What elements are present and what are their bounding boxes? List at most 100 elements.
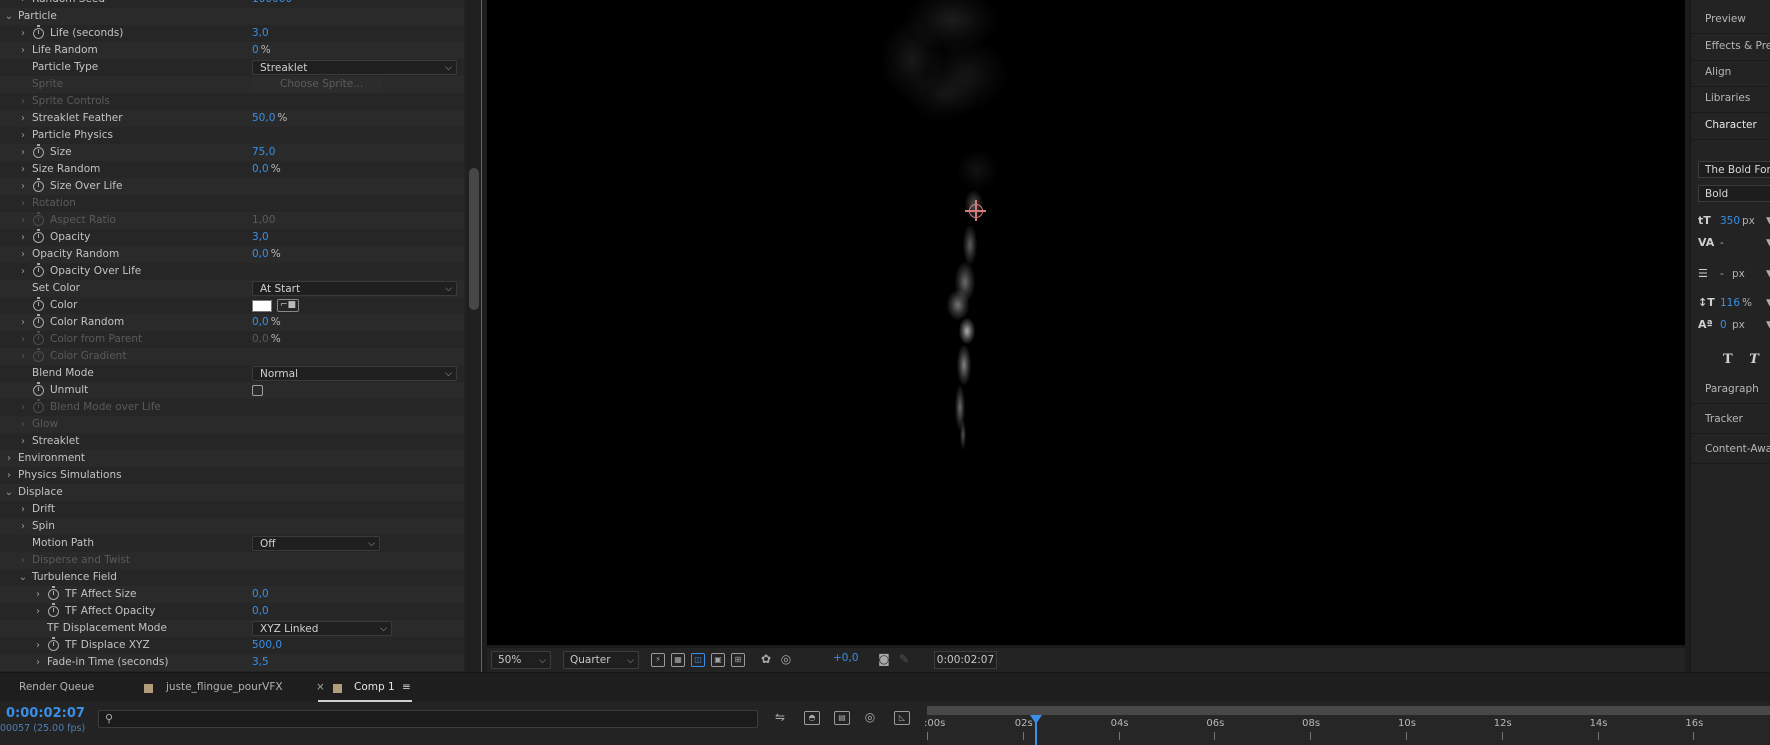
unmult-checkbox[interactable] [252,385,263,396]
twirl-closed-icon[interactable]: › [18,127,28,144]
effect-property-row[interactable]: › Drift [0,501,464,518]
chevron-down-icon[interactable]: ▼ [1766,316,1770,334]
stopwatch-icon[interactable] [33,297,44,311]
twirl-closed-icon[interactable]: › [4,467,14,484]
twirl-closed-icon[interactable]: › [18,212,28,229]
twirl-closed-icon[interactable]: › [33,637,43,654]
composition-flowchart-icon[interactable]: ⇋ [772,711,788,725]
choose-sprite-button[interactable]: Choose Sprite... [252,77,382,92]
draft-3d-icon[interactable]: ◓ [804,711,820,725]
transparency-grid-icon[interactable]: ▦ [671,653,685,667]
twirl-closed-icon[interactable]: › [18,552,28,569]
close-tab-icon[interactable]: × [316,673,325,702]
twirl-open-icon[interactable]: ⌄ [4,484,14,501]
effect-property-row[interactable]: › Disperse and Twist [0,552,464,569]
effect-property-row[interactable]: TF Displacement Mode XYZ Linked ⌵ [0,620,464,637]
twirl-closed-icon[interactable]: › [18,144,28,161]
property-value[interactable]: 0,0% [252,161,281,178]
stopwatch-icon[interactable] [33,263,44,277]
property-value[interactable]: 100000 [252,0,292,8]
panel-tab-content-aware-fill[interactable]: Content-Aware Fill [1691,435,1770,464]
chevron-down-icon[interactable]: ▼ [1766,294,1770,312]
twirl-closed-icon[interactable]: › [18,263,28,280]
property-dropdown[interactable]: At Start ⌵ [252,281,457,296]
property-value[interactable]: 0% [252,42,271,59]
twirl-closed-icon[interactable]: › [18,161,28,178]
effect-property-row[interactable]: Color ⌐■ [0,297,464,314]
effect-property-row[interactable]: › Blend Mode over Life [0,399,464,416]
stopwatch-icon[interactable] [48,603,59,617]
effect-property-row[interactable]: Blend Mode Normal ⌵ [0,365,464,382]
exposure-value[interactable]: +0,0 [833,652,859,664]
stopwatch-icon[interactable] [33,314,44,328]
stopwatch-icon[interactable] [33,348,44,362]
twirl-closed-icon[interactable]: › [33,603,43,620]
emitter-anchor-point-icon[interactable] [965,200,986,221]
panel-tab-align[interactable]: Align [1691,58,1770,87]
twirl-closed-icon[interactable]: › [18,25,28,42]
grid-guides-icon[interactable]: ⊞ [731,653,745,667]
effect-property-row[interactable]: › Size 75,0 [0,144,464,161]
effect-property-row[interactable]: › Life (seconds) 3,0 [0,25,464,42]
stopwatch-icon[interactable] [33,382,44,396]
kerning-value[interactable]: - [1720,234,1724,252]
effect-property-row[interactable]: › Color from Parent 0,0% [0,331,464,348]
twirl-open-icon[interactable]: ⌄ [18,569,28,586]
resolution-dropdown[interactable]: Quarter ⌵ [563,651,639,669]
twirl-closed-icon[interactable]: › [18,518,28,535]
effect-property-row[interactable]: › Random Seed 100000 [0,0,464,8]
effect-property-row[interactable]: ⌄ Particle [0,8,464,25]
panel-tab-tracker[interactable]: Tracker [1691,405,1770,434]
property-value[interactable]: 75,0 [252,144,275,161]
property-dropdown[interactable]: Off ⌵ [252,536,380,551]
effect-property-row[interactable]: › Aspect Ratio 1,00 [0,212,464,229]
reset-exposure-icon[interactable]: ◎ [779,653,793,667]
effect-property-row[interactable]: › Color Gradient [0,348,464,365]
vertical-scale-value[interactable]: 116 [1720,294,1740,312]
fast-previews-icon[interactable]: ⚡ [651,653,665,667]
panel-tab-libraries[interactable]: Libraries [1691,84,1770,113]
twirl-closed-icon[interactable]: › [18,178,28,195]
kerning-control[interactable]: VA - ▼ [1698,234,1770,252]
twirl-closed-icon[interactable]: › [18,110,28,127]
twirl-closed-icon[interactable]: › [18,314,28,331]
tab-render-queue[interactable]: Render Queue [19,673,94,702]
motion-blur-icon[interactable]: ◎ [862,711,878,725]
stopwatch-icon[interactable] [48,637,59,651]
twirl-closed-icon[interactable]: › [18,331,28,348]
current-time-display[interactable]: 0:00:02:07 [6,706,85,721]
twirl-closed-icon[interactable]: › [33,586,43,603]
effect-property-row[interactable]: › Fade-in Time (seconds) 3,5 [0,654,464,671]
font-family-field[interactable]: The Bold Font [1698,161,1770,178]
effect-property-row[interactable]: › TF Affect Opacity 0,0 [0,603,464,620]
effect-property-row[interactable]: Particle Type Streaklet ⌵ [0,59,464,76]
effect-property-row[interactable]: › Size Over Life [0,178,464,195]
effect-property-row[interactable]: Unmult [0,382,464,399]
effect-property-row[interactable]: Sprite Choose Sprite... [0,76,464,93]
twirl-closed-icon[interactable]: › [18,195,28,212]
twirl-closed-icon[interactable]: › [18,93,28,110]
property-dropdown[interactable]: Streaklet ⌵ [252,60,457,75]
property-value[interactable]: 0,0% [252,331,281,348]
baseline-shift-value[interactable]: 0 [1720,316,1727,334]
current-time-indicator[interactable] [1035,718,1038,745]
faux-bold-icon[interactable]: T [1723,352,1733,367]
property-value[interactable]: 500,0 [252,637,282,654]
twirl-closed-icon[interactable]: › [18,433,28,450]
panel-tab-effects-presets[interactable]: Effects & Presets [1691,32,1770,61]
tab-juste-flingue[interactable]: juste_flingue_pourVFX [166,673,283,702]
effect-property-row[interactable]: › Streaklet [0,433,464,450]
twirl-closed-icon[interactable]: › [18,0,28,8]
composition-canvas[interactable] [487,0,1685,645]
mask-visibility-icon[interactable]: ◫ [691,653,705,667]
effect-property-row[interactable]: › Size Random 0,0% [0,161,464,178]
property-value[interactable]: 0,0 [252,603,269,620]
property-value[interactable]: 1,00 [252,212,275,229]
twirl-closed-icon[interactable]: › [18,246,28,263]
chevron-down-icon[interactable]: ▼ [1766,265,1770,283]
stopwatch-icon[interactable] [48,586,59,600]
color-swatch[interactable] [252,300,272,312]
effect-property-row[interactable]: › Physics Simulations [0,467,464,484]
work-area-bar[interactable] [927,706,1770,715]
stopwatch-icon[interactable] [33,25,44,39]
